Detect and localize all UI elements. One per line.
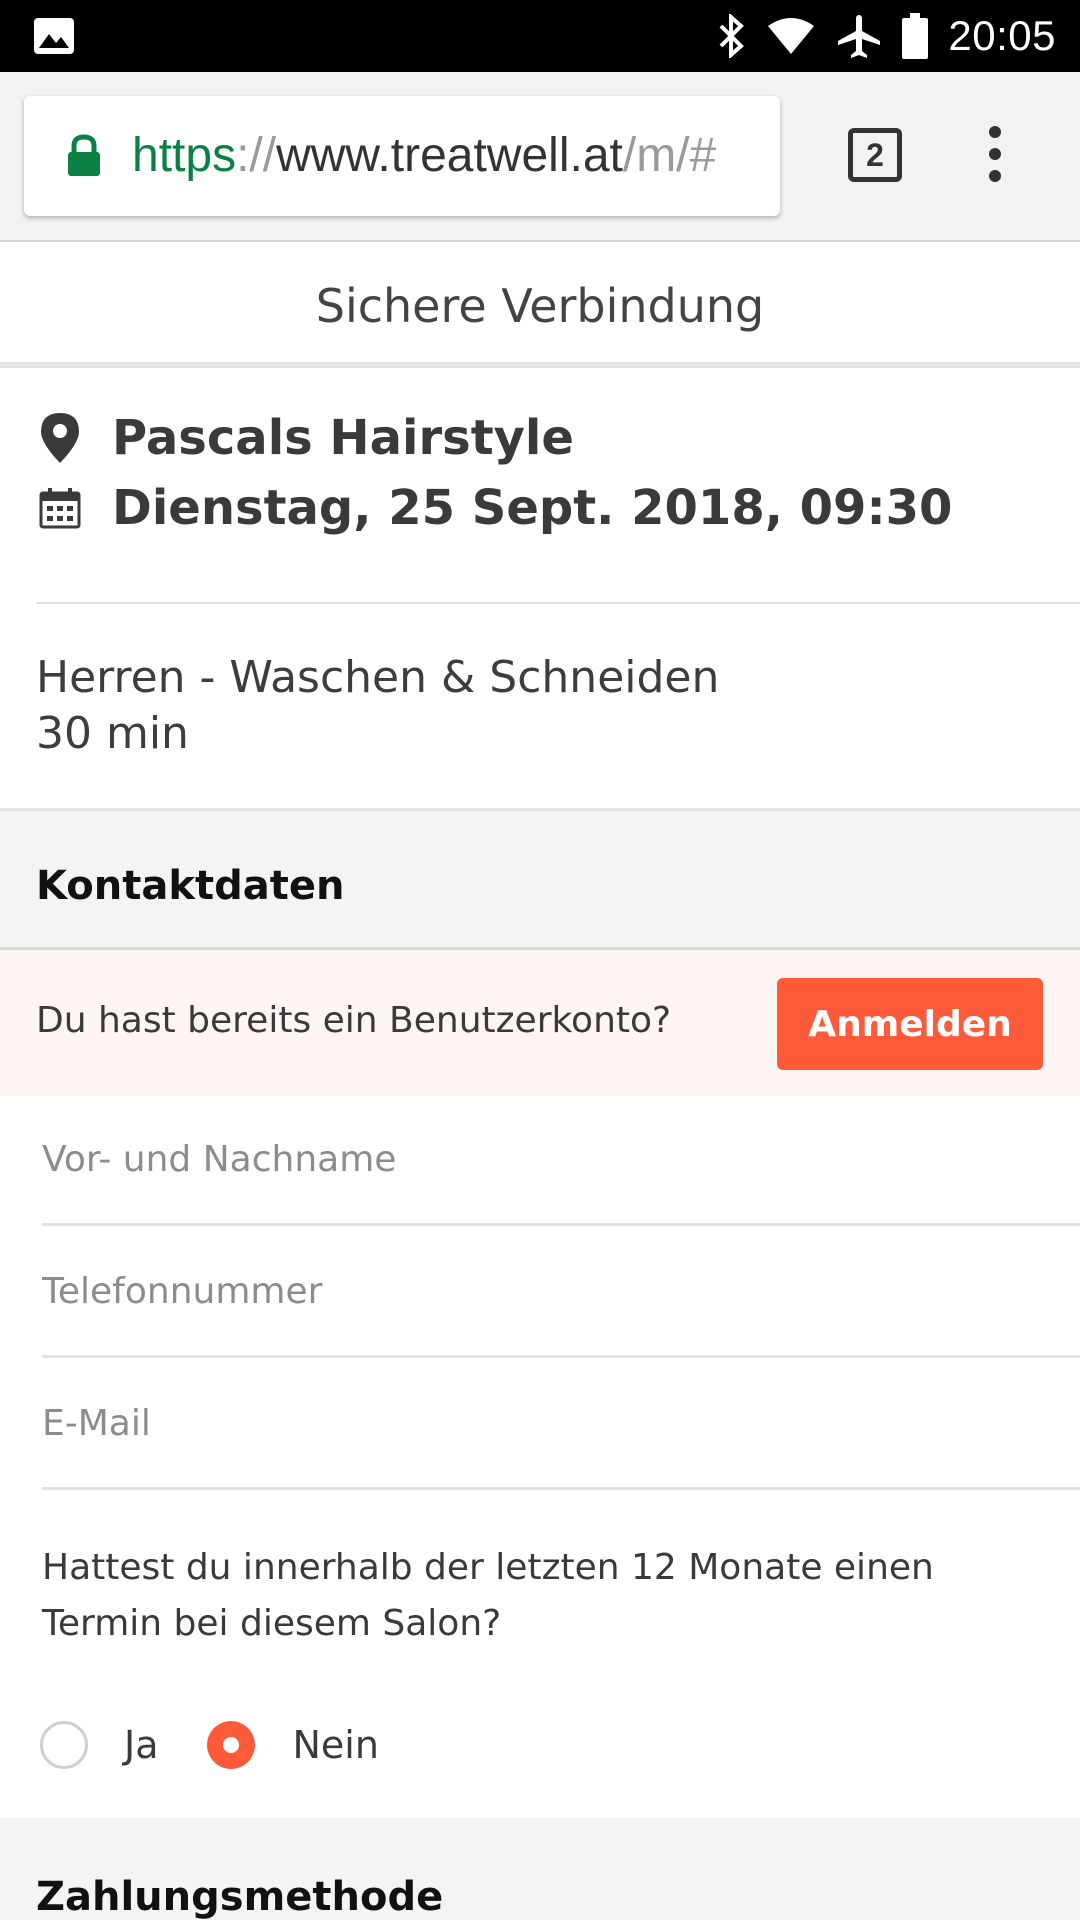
previous-visit-options: Ja Nein	[40, 1718, 379, 1772]
payment-section-header: Zahlungsmethode	[0, 1818, 1080, 1920]
lock-icon	[66, 134, 102, 178]
clock: 20:05	[948, 12, 1056, 59]
image-icon	[34, 18, 74, 54]
url-host: www.treatwell.at	[276, 129, 623, 182]
overflow-menu-icon[interactable]	[980, 124, 1010, 184]
status-bar: 20:05	[0, 0, 1080, 72]
url-separator: ://	[236, 129, 277, 182]
service-duration: 30 min	[36, 708, 189, 759]
url-path: /m/#	[622, 129, 717, 182]
section-title-payment: Zahlungsmethode	[36, 1874, 444, 1920]
name-input[interactable]	[42, 1124, 1080, 1194]
tab-switcher-button[interactable]: 2	[848, 128, 902, 182]
battery-icon	[902, 13, 929, 59]
address-bar[interactable]: https://www.treatwell.at/m/#	[24, 96, 780, 216]
salon-name-row: Pascals Hairstyle	[36, 410, 574, 466]
service-info: Herren - Waschen & Schneiden 30 min	[36, 650, 719, 762]
login-prompt: Du hast bereits ein Benutzerkonto? Anmel…	[0, 950, 1080, 1096]
wifi-icon	[766, 16, 816, 56]
browser-toolbar: https://www.treatwell.at/m/# 2	[0, 72, 1080, 242]
url-text: https://www.treatwell.at/m/#	[132, 124, 716, 188]
salon-name: Pascals Hairstyle	[112, 410, 574, 466]
section-title: Kontaktdaten	[36, 863, 345, 909]
salon-info: Pascals Hairstyle Dienstag, 25 Sept. 201…	[0, 374, 1080, 604]
service-name: Herren - Waschen & Schneiden	[36, 652, 720, 703]
divider	[36, 602, 1080, 604]
login-question: Du hast bereits ein Benutzerkonto?	[36, 1000, 672, 1041]
contact-section-header: Kontaktdaten	[0, 808, 1080, 950]
phone-input[interactable]	[42, 1256, 1080, 1326]
radio-label-nein: Nein	[292, 1723, 379, 1767]
url-scheme: https	[132, 129, 237, 182]
phone-field	[42, 1226, 1080, 1358]
radio-label-ja: Ja	[124, 1723, 159, 1767]
radio-nein[interactable]	[206, 1721, 255, 1769]
bluetooth-icon	[716, 14, 746, 58]
email-input[interactable]	[42, 1388, 1080, 1458]
calendar-icon	[36, 487, 84, 529]
name-field	[42, 1094, 1080, 1226]
email-field	[42, 1358, 1080, 1490]
login-button[interactable]: Anmelden	[777, 978, 1043, 1070]
appointment-datetime: Dienstag, 25 Sept. 2018, 09:30	[112, 480, 953, 536]
location-pin-icon	[36, 411, 84, 465]
airplane-icon	[836, 13, 882, 59]
appointment-datetime-row: Dienstag, 25 Sept. 2018, 09:30	[36, 480, 952, 536]
previous-visit-question: Hattest du innerhalb der letzten 12 Mona…	[42, 1547, 934, 1644]
radio-ja[interactable]	[40, 1721, 88, 1769]
secure-connection-banner: Sichere Verbindung	[0, 244, 1080, 368]
